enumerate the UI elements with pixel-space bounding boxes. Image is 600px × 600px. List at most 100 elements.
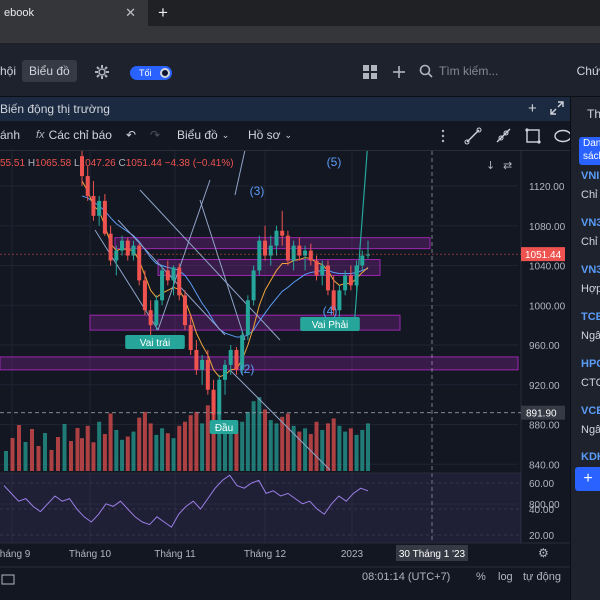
browser-tab[interactable]: ebook ✕ <box>0 0 148 26</box>
watchlist-item-desc: Chỉ <box>581 189 598 201</box>
indicators-button[interactable]: fx Các chỉ báo <box>36 128 112 142</box>
ray-line-icon[interactable] <box>488 121 518 151</box>
chart-title: Biến động thị trường <box>0 102 110 116</box>
profile-dropdown[interactable]: Hồ sơ ⌄ <box>248 128 292 142</box>
volume-bar <box>108 413 113 471</box>
price-chart[interactable]: Vai trái Đầu Vai Phải (2) (3) (4) (5) 1120.00 10… <box>0 151 575 600</box>
volume-bar <box>194 411 199 471</box>
volume-bar <box>43 433 47 471</box>
new-tab-icon[interactable]: + <box>158 0 168 26</box>
watchlist-item-desc: Chỉ <box>581 236 598 248</box>
candle-body <box>114 250 119 261</box>
search-input[interactable]: Tìm kiếm... Chứ <box>413 60 600 82</box>
nav-item-community[interactable]: hội <box>0 60 16 82</box>
price-tick-label: 1000.00 <box>529 301 566 312</box>
compare-button[interactable]: ánh <box>0 128 20 142</box>
tab-title: ebook <box>4 7 34 19</box>
rectangle-tool-icon[interactable] <box>518 121 548 151</box>
layout-grid-icon[interactable] <box>360 62 380 82</box>
candle-body <box>251 270 256 301</box>
nav-item-chart[interactable]: Biểu đồ <box>22 60 77 82</box>
candle-body <box>177 267 182 296</box>
volume-bar <box>154 434 159 471</box>
gear-icon[interactable] <box>92 62 112 82</box>
candle-body <box>165 270 170 281</box>
candle-body <box>348 275 353 286</box>
volume-bar <box>314 421 319 471</box>
chevron-down-icon: ⌄ <box>221 129 230 140</box>
wave-label: (2) <box>240 362 255 376</box>
volume-bar <box>4 451 8 471</box>
candle-body <box>320 265 325 276</box>
chart-type-dropdown[interactable]: Biểu đồ ⌄ <box>177 128 229 142</box>
trend-line-icon[interactable] <box>458 121 488 151</box>
time-tick-label: Tháng 11 <box>154 549 196 560</box>
volume-bar <box>125 436 130 471</box>
chart-toolbar: ánh fx Các chỉ báo ↶ ↷ Biểu đồ ⌄ Hồ sơ ⌄ <box>0 121 575 151</box>
volume-bar <box>182 421 187 471</box>
volume-bar <box>274 423 279 471</box>
candle-body <box>160 270 165 301</box>
volume-bar <box>205 405 210 471</box>
candle-body <box>154 300 159 326</box>
volume-bar <box>85 425 90 471</box>
candle-body <box>337 290 342 311</box>
candle-body <box>217 379 222 415</box>
watchlist-item-symbol[interactable]: VNI <box>581 170 599 182</box>
volume-bar <box>137 417 142 471</box>
topbar-trailing-text: Chứ <box>576 64 600 78</box>
auto-toggle[interactable]: tự động <box>523 571 561 583</box>
watchlist-item-symbol[interactable]: KDH <box>581 451 600 463</box>
chart-area[interactable]: Vai trái Đầu Vai Phải (2) (3) (4) (5) 1120.00 10… <box>0 151 575 600</box>
candle-body <box>91 195 96 216</box>
reset-icon: ⇄ <box>503 159 512 172</box>
watchlist-item-symbol[interactable]: VCB <box>581 405 600 417</box>
expand-icon[interactable] <box>550 101 564 119</box>
volume-bar <box>17 425 21 471</box>
volume-bar <box>234 431 239 471</box>
watchlist-item-symbol[interactable]: HPG <box>581 358 600 370</box>
percent-toggle[interactable]: % <box>476 571 486 583</box>
close-icon[interactable]: ✕ <box>125 5 136 21</box>
pattern-label-text: Đầu <box>215 422 233 434</box>
pattern-label: Vai trái <box>125 335 185 349</box>
redo-icon[interactable]: ↷ <box>150 128 160 142</box>
watchlist-selector[interactable]: Dan sách <box>579 137 600 165</box>
volume-bar <box>366 423 370 471</box>
theme-toggle[interactable]: Tối <box>130 66 172 80</box>
dots-icon[interactable] <box>428 121 458 151</box>
candle-body <box>120 240 125 251</box>
wave-label: (5) <box>327 155 342 169</box>
resistance-zone <box>0 356 519 371</box>
watchlist-item-symbol[interactable]: VN3 <box>581 217 600 229</box>
time-tick-label: Tháng 10 <box>69 549 112 560</box>
undo-icon[interactable]: ↶ <box>126 128 136 142</box>
price-tick-label: 840.00 <box>529 460 560 471</box>
watchlist-item-symbol[interactable]: VN3 <box>581 264 600 276</box>
app-topbar: hội Biểu đồ Tối Tìm kiếm... Chứ <box>0 44 600 97</box>
watchlist-item-desc: Ngâ <box>581 330 600 342</box>
chevron-down-icon: ⌄ <box>284 129 293 140</box>
price-tick-label: 880.00 <box>529 421 560 432</box>
log-toggle[interactable]: log <box>498 571 513 583</box>
add-icon[interactable] <box>389 62 409 82</box>
watchlist-item-desc: Ngâ <box>581 424 600 436</box>
address-bar[interactable] <box>0 26 600 44</box>
date-range-icon <box>1 574 15 585</box>
candle-body <box>171 267 176 281</box>
watchlist-item-symbol[interactable]: TCB <box>581 311 600 323</box>
ohlc-close: 1051.44 <box>125 158 162 169</box>
add-chart-icon[interactable]: + <box>528 100 537 117</box>
watchlist-item-desc: Hợp <box>581 283 600 295</box>
candle-body <box>314 260 319 276</box>
volume-bar <box>91 442 96 471</box>
candle-body <box>274 230 279 246</box>
watchlist-item-desc: CTC <box>581 377 600 389</box>
volume-bar <box>354 434 359 471</box>
time-tick-label: 2023 <box>341 549 364 560</box>
add-symbol-button[interactable]: + <box>575 467 600 491</box>
price-tick-label: 920.00 <box>529 381 560 392</box>
candle-body <box>137 245 142 281</box>
volume-bar <box>251 401 256 471</box>
candle-body <box>97 200 102 216</box>
